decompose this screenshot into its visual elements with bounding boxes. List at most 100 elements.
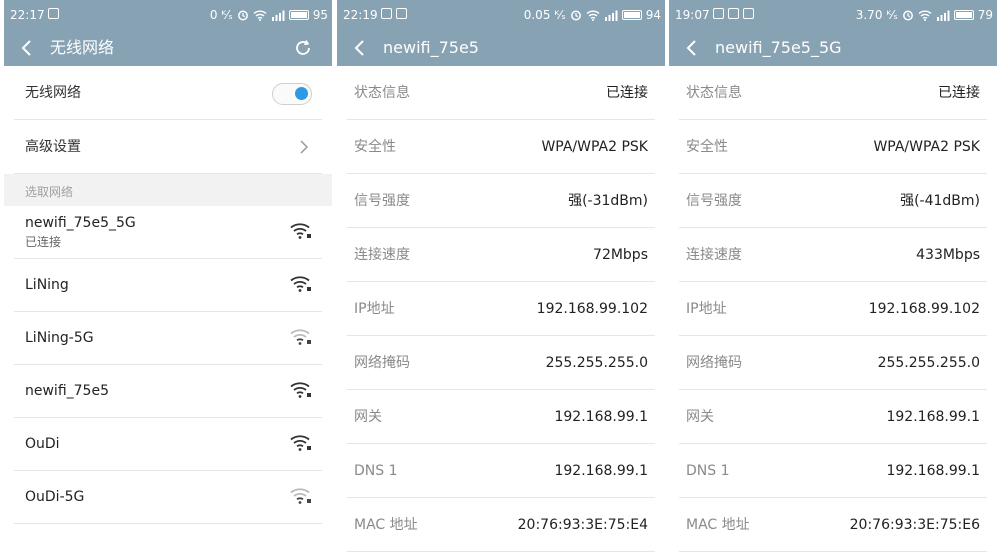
detail-row-security: 安全性 WPA/WPA2 PSK	[679, 120, 987, 174]
wifi-signal-weak-icon	[290, 329, 311, 345]
detail-row-security: 安全性 WPA/WPA2 PSK	[347, 120, 655, 174]
detail-row-signal: 信号强度 强(-41dBm)	[679, 174, 987, 228]
detail-row-gateway: 网关 192.168.99.1	[679, 390, 987, 444]
detail-value: 433Mbps	[916, 247, 980, 263]
notification-icon	[713, 8, 724, 19]
back-arrow-icon[interactable]	[18, 38, 38, 58]
cell-signal-icon	[604, 10, 618, 21]
status-right: 0.05 ᴷ⁄ₛ 94	[524, 8, 661, 22]
detail-label: 信号强度	[354, 193, 410, 209]
detail-value: 已连接	[606, 85, 648, 101]
network-detail-content: 状态信息 已连接 安全性 WPA/WPA2 PSK 信号强度 强(-41dBm) 连接…	[669, 66, 997, 554]
wifi-signal-strong-icon	[290, 276, 311, 292]
status-time: 22:19	[343, 8, 378, 22]
cell-signal-icon	[936, 10, 950, 21]
cell-signal-icon	[271, 10, 285, 21]
image-notification-icon	[396, 8, 407, 19]
network-item[interactable]: OuDi	[14, 418, 322, 471]
detail-row-gateway: 网关 192.168.99.1	[347, 390, 655, 444]
detail-label: 连接速度	[686, 247, 742, 263]
battery-level: 79	[977, 8, 993, 22]
app-bar: 无线网络	[4, 30, 332, 66]
wifi-status-icon	[253, 10, 267, 21]
network-speed: 0.05 ᴷ⁄ₛ	[523, 8, 566, 22]
detail-label: IP地址	[354, 301, 395, 317]
network-name: newifi_75e5_5G	[25, 215, 136, 231]
status-right: 3.70 ᴷ⁄ₛ 79	[856, 8, 993, 22]
network-item[interactable]: LiNing	[14, 259, 322, 312]
section-header-label: 选取网络	[25, 185, 74, 199]
network-item[interactable]: LiNing-5G	[14, 312, 322, 365]
wifi-signal-strong-icon	[290, 382, 311, 398]
network-item[interactable]: newifi_75e5	[14, 365, 322, 418]
battery-icon	[953, 10, 974, 20]
wifi-list-content: 无线网络 高级设置 选取网络 newifi_75e5_5G 已连接 LiNing…	[4, 66, 332, 554]
notification-icon	[381, 8, 392, 19]
detail-value: 192.168.99.1	[554, 409, 648, 425]
network-speed: 0 ᴷ⁄ₛ	[209, 8, 233, 22]
detail-value: 72Mbps	[593, 247, 648, 263]
wifi-toggle-switch[interactable]	[272, 83, 312, 105]
network-speed: 3.70 ᴷ⁄ₛ	[855, 8, 898, 22]
back-arrow-icon[interactable]	[351, 38, 371, 58]
notification-icon	[48, 8, 59, 19]
wifi-signal-strong-icon	[290, 435, 311, 451]
detail-label: MAC 地址	[354, 517, 418, 533]
detail-value: WPA/WPA2 PSK	[873, 139, 980, 155]
detail-label: 网络掩码	[354, 355, 410, 371]
detail-row-signal: 信号强度 强(-31dBm)	[347, 174, 655, 228]
detail-value: 强(-31dBm)	[568, 193, 648, 209]
status-right: 0 ᴷ⁄ₛ 95	[210, 8, 328, 22]
detail-value: 192.168.99.1	[554, 463, 648, 479]
page-title: 无线网络	[50, 38, 115, 57]
notification-icon	[728, 8, 739, 19]
detail-row-ip: IP地址 192.168.99.102	[347, 282, 655, 336]
network-status: 已连接	[25, 235, 62, 249]
battery-level: 95	[312, 8, 328, 22]
network-item[interactable]: OuDi-5G	[14, 471, 322, 524]
page-title: newifi_75e5_5G	[715, 38, 842, 57]
detail-value: 已连接	[938, 85, 980, 101]
detail-row-ip: IP地址 192.168.99.102	[679, 282, 987, 336]
alarm-icon	[237, 9, 249, 21]
detail-label: IP地址	[686, 301, 727, 317]
detail-value: 192.168.99.1	[886, 463, 980, 479]
refresh-icon[interactable]	[292, 37, 314, 59]
wifi-list-screen: 22:17 0 ᴷ⁄ₛ 95 无线网络 无线网络 高级设置 选取网络 newif…	[4, 0, 332, 554]
status-time: 19:07	[675, 8, 710, 22]
advanced-settings-row[interactable]: 高级设置	[14, 120, 322, 174]
wifi-signal-strong-icon	[290, 223, 311, 239]
wifi-toggle-label: 无线网络	[25, 85, 81, 101]
wifi-toggle-row[interactable]: 无线网络	[14, 66, 322, 120]
network-detail-screen: 22:19 0.05 ᴷ⁄ₛ 94 newifi_75e5 状态信息 已连接 安全…	[337, 0, 665, 554]
network-name: OuDi-5G	[25, 489, 85, 505]
wifi-signal-weak-icon	[290, 488, 311, 504]
detail-value: 192.168.99.1	[886, 409, 980, 425]
status-bar: 22:17 0 ᴷ⁄ₛ 95	[4, 0, 332, 30]
app-bar: newifi_75e5_5G	[669, 30, 997, 66]
detail-label: MAC 地址	[686, 517, 750, 533]
network-name: LiNing-5G	[25, 330, 94, 346]
wifi-status-icon	[586, 10, 600, 21]
detail-value: 255.255.255.0	[545, 355, 648, 371]
network-item[interactable]: newifi_75e5_5G 已连接	[14, 206, 322, 259]
detail-row-speed: 连接速度 72Mbps	[347, 228, 655, 282]
detail-row-status: 状态信息 已连接	[347, 66, 655, 120]
network-name: OuDi	[25, 436, 60, 452]
battery-icon	[288, 10, 309, 20]
page-title: newifi_75e5	[383, 38, 479, 57]
detail-label: 网关	[354, 409, 382, 425]
back-arrow-icon[interactable]	[683, 38, 703, 58]
detail-value: 192.168.99.102	[868, 301, 980, 317]
detail-label: DNS 1	[354, 463, 398, 479]
alarm-icon	[902, 9, 914, 21]
detail-label: 安全性	[686, 139, 728, 155]
detail-row-mac: MAC 地址 20:76:93:3E:75:E4	[347, 498, 655, 552]
notification-icons	[48, 8, 59, 19]
toggle-knob	[295, 87, 308, 100]
app-bar: newifi_75e5	[337, 30, 665, 66]
battery-level: 94	[645, 8, 661, 22]
network-detail-content: 状态信息 已连接 安全性 WPA/WPA2 PSK 信号强度 强(-31dBm) 连接…	[337, 66, 665, 554]
detail-value: 192.168.99.102	[536, 301, 648, 317]
wifi-status-icon	[918, 10, 932, 21]
